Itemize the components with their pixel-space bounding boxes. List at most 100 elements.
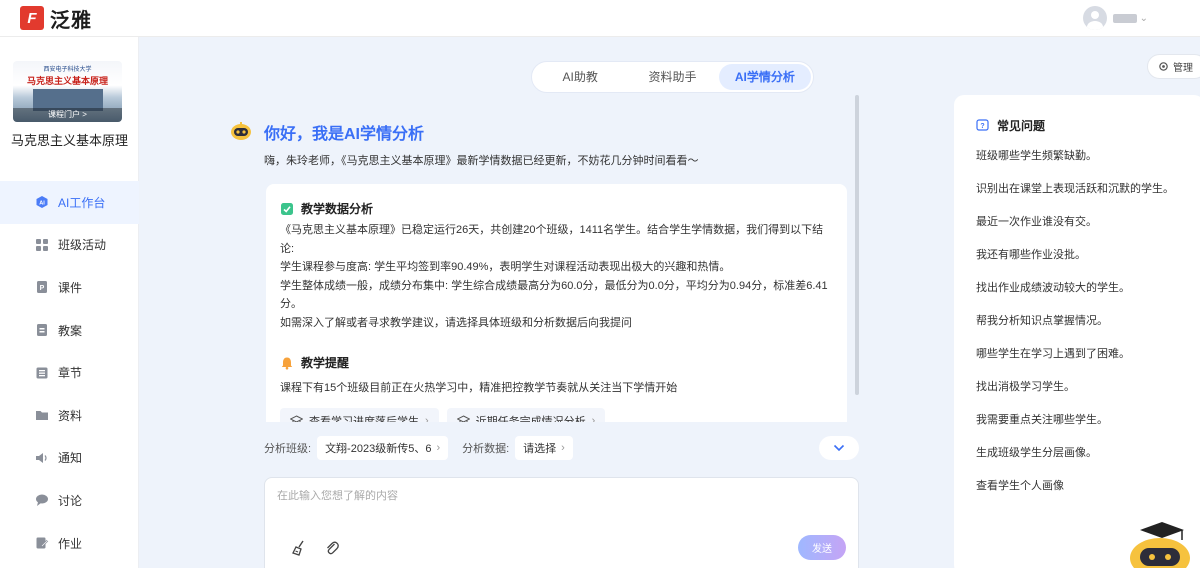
ppt-icon: P xyxy=(35,280,49,294)
sidebar-item-label: 教案 xyxy=(58,323,83,338)
course-cover[interactable]: 西安电子科技大学 马克思主义基本原理 课程门户 > xyxy=(13,61,122,122)
chat-scrollbar[interactable] xyxy=(855,95,859,395)
faq-title-row: ? 常见问题 xyxy=(976,117,1200,133)
faq-title: 常见问题 xyxy=(997,118,1046,133)
sidebar-item-homework[interactable]: 作业 xyxy=(0,522,139,565)
attachment-icon[interactable] xyxy=(323,539,341,557)
chevron-right-icon: › xyxy=(591,414,596,423)
sidebar-nav: AI AI工作台 班级活动 P 课件 教案 章节 资料 通知 讨论 作业 xyxy=(0,181,139,564)
ai-icon: AI xyxy=(35,195,49,209)
tab-ai-assistant[interactable]: AI助教 xyxy=(534,64,626,90)
folder-icon xyxy=(35,408,49,422)
chat-input-box: 发送 xyxy=(264,477,859,568)
bell-icon xyxy=(281,357,293,369)
reminder-title: 教学提醒 xyxy=(301,356,350,370)
suggestion-chip[interactable]: 近期任务完成情况分析 › xyxy=(446,407,606,423)
manage-label: 管理 xyxy=(1173,63,1193,74)
reminder-section-title: 教学提醒 xyxy=(280,354,831,371)
sidebar-item-ai-workbench[interactable]: AI AI工作台 xyxy=(0,181,139,224)
faq-item[interactable]: 班级哪些学生频繁缺勤。 xyxy=(976,148,1200,181)
course-name: 马克思主义基本原理 xyxy=(10,133,128,148)
analysis-card: 教学数据分析 《马克思主义基本原理》已稳定运行26天，共创建20个班级，1411… xyxy=(266,184,847,422)
data-select[interactable]: 请选择 › xyxy=(515,436,573,460)
graduation-cap-icon xyxy=(456,415,470,422)
faq-item[interactable]: 帮我分析知识点掌握情况。 xyxy=(976,313,1200,346)
class-select[interactable]: 文翔-2023级新传5、6 › xyxy=(317,436,449,460)
chat-icon xyxy=(35,493,49,507)
tab-ai-learning-analysis[interactable]: AI学情分析 xyxy=(718,64,811,90)
brand-name[interactable]: 泛雅 xyxy=(50,4,92,33)
svg-text:AI: AI xyxy=(39,201,45,207)
cover-title: 马克思主义基本原理 xyxy=(26,76,108,86)
sidebar-item-class-activity[interactable]: 班级活动 xyxy=(0,224,139,267)
chevron-right-icon: › xyxy=(436,442,441,454)
faq-item[interactable]: 找出消极学习学生。 xyxy=(976,379,1200,412)
user-menu[interactable]: ⌄ xyxy=(1082,6,1148,30)
class-select-value: 文翔-2023级新传5、6 xyxy=(325,443,432,455)
sidebar-item-chapter[interactable]: 章节 xyxy=(0,351,139,394)
sidebar-item-label: AI工作台 xyxy=(58,195,106,210)
fanya-logo-icon[interactable]: F xyxy=(20,6,44,30)
user-name xyxy=(1112,13,1137,23)
sidebar-item-courseware[interactable]: P 课件 xyxy=(0,266,139,309)
sidebar-item-label: 讨论 xyxy=(58,493,83,508)
analysis-line: 学生课程参与度高: 学生平均签到率90.49%，表明学生对课程活动表现出极大的兴… xyxy=(280,261,731,273)
sidebar-item-lesson-plan[interactable]: 教案 xyxy=(0,309,139,352)
reminder-text: 课程下有15个班级目前正在火热学习中，精准把控教学节奏就从关注当下学情开始 xyxy=(280,382,678,394)
chevron-right-icon: › xyxy=(561,442,565,454)
faq-item[interactable]: 查看学生个人画像 xyxy=(976,478,1200,511)
suggestion-chip-label: 近期任务完成情况分析 xyxy=(475,415,586,423)
robot-avatar-icon xyxy=(231,122,251,140)
broom-icon[interactable] xyxy=(290,539,308,557)
collapse-button[interactable] xyxy=(819,436,859,460)
suggestion-chips: 查看学习进度落后学生 › 近期任务完成情况分析 › xyxy=(280,407,831,423)
greeting-title: 你好，我是AI学情分析 xyxy=(264,126,425,143)
data-select-value: 请选择 xyxy=(523,443,557,455)
faq-panel: ? 常见问题 班级哪些学生频繁缺勤。 识别出在课堂上表现活跃和沉默的学生。 最近… xyxy=(954,95,1200,568)
tab-material-assistant[interactable]: 资料助手 xyxy=(626,64,718,90)
data-filter-label: 分析数据: xyxy=(462,443,510,455)
greeting-subtitle: 嗨，朱玲老师，《马克思主义基本原理》最新学情数据已经更新，不妨花几分钟时间看看～ xyxy=(264,155,699,167)
mascot-robot-icon[interactable] xyxy=(1122,518,1192,568)
suggestion-chip[interactable]: 查看学习进度落后学生 › xyxy=(280,407,439,422)
sidebar-item-discussion[interactable]: 讨论 xyxy=(0,479,139,522)
lesson-plan-icon xyxy=(35,323,49,337)
sidebar-item-label: 章节 xyxy=(58,366,83,381)
faq-item[interactable]: 识别出在课堂上表现活跃和沉默的学生。 xyxy=(976,181,1200,214)
faq-item[interactable]: 哪些学生在学习上遇到了困难。 xyxy=(976,346,1200,379)
faq-item[interactable]: 我还有哪些作业没批。 xyxy=(976,247,1200,280)
graduation-cap-icon xyxy=(290,415,303,422)
class-filter-label: 分析班级: xyxy=(264,443,312,455)
analysis-line: 如需深入了解或者寻求教学建议，请选择具体班级和分析数据后向我提问 xyxy=(280,316,632,329)
cover-university: 西安电子科技大学 xyxy=(43,67,92,73)
sidebar-item-label: 通知 xyxy=(58,451,83,466)
analysis-title: 教学数据分析 xyxy=(301,202,374,216)
faq-item[interactable]: 生成班级学生分层画像。 xyxy=(976,445,1200,478)
chevron-down-icon[interactable]: ⌄ xyxy=(1140,13,1148,24)
analysis-line: 学生整体成绩一般，成绩分布集中: 学生综合成绩最高分为60.0分，最低分为0.0… xyxy=(280,279,828,311)
svg-text:P: P xyxy=(40,285,45,292)
gear-icon xyxy=(1159,62,1168,71)
chat-input[interactable] xyxy=(277,490,837,502)
sidebar-item-label: 课件 xyxy=(58,280,83,295)
sidebar-item-label: 作业 xyxy=(58,536,83,551)
question-icon: ? xyxy=(976,118,989,131)
chat-area[interactable]: 你好，我是AI学情分析 嗨，朱玲老师，《马克思主义基本原理》最新学情数据已经更新… xyxy=(222,95,858,422)
analysis-filters: 分析班级: 文翔-2023级新传5、6 › 分析数据: 请选择 › xyxy=(264,436,587,460)
course-portal-link[interactable]: 课程门户 > xyxy=(13,108,122,122)
faq-list: 班级哪些学生频繁缺勤。 识别出在课堂上表现活跃和沉默的学生。 最近一次作业谁没有… xyxy=(976,148,1200,511)
avatar[interactable] xyxy=(1082,6,1107,30)
grid-icon xyxy=(35,238,49,252)
send-button[interactable]: 发送 xyxy=(798,535,846,560)
svg-text:?: ? xyxy=(980,123,984,130)
manage-button[interactable]: 管理 xyxy=(1147,54,1200,79)
sidebar: 西安电子科技大学 马克思主义基本原理 课程门户 > 马克思主义基本原理 AI A… xyxy=(0,37,139,568)
sidebar-item-label: 资料 xyxy=(58,408,83,423)
faq-item[interactable]: 我需要重点关注哪些学生。 xyxy=(976,412,1200,445)
chart-check-icon xyxy=(281,202,293,215)
faq-item[interactable]: 找出作业成绩波动较大的学生。 xyxy=(976,280,1200,313)
faq-item[interactable]: 最近一次作业谁没有交。 xyxy=(976,214,1200,247)
sidebar-item-notice[interactable]: 通知 xyxy=(0,437,139,480)
homework-icon xyxy=(35,536,49,550)
sidebar-item-materials[interactable]: 资料 xyxy=(0,394,139,437)
